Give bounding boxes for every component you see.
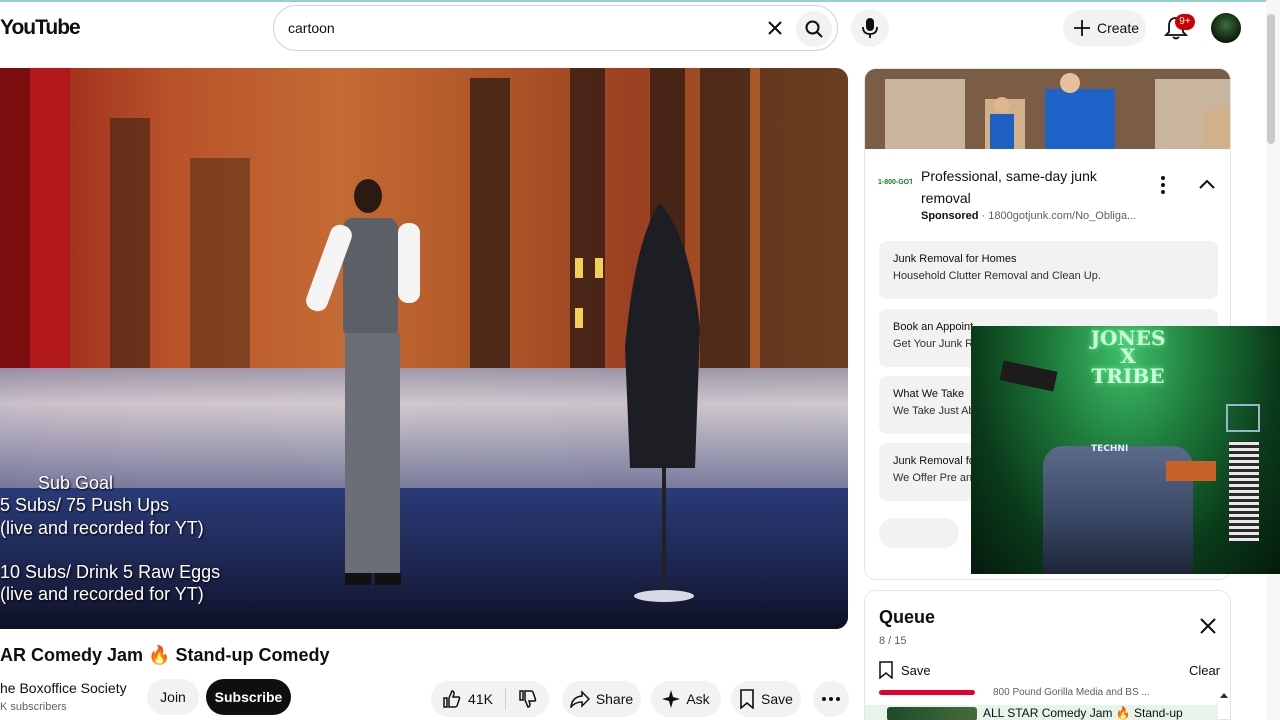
more-actions-button[interactable]: [813, 681, 849, 717]
ad-url[interactable]: 1800gotjunk.com/No_Obliga...: [988, 210, 1136, 222]
ad-sitelink-desc: Household Clutter Removal and Clean Up.: [893, 270, 1101, 282]
neon-sign-line2: X: [1120, 344, 1136, 368]
video-title: AR Comedy Jam 🔥 Stand-up Comedy: [0, 645, 330, 665]
chevron-up-icon[interactable]: [1197, 177, 1217, 191]
sparkle-icon: [662, 690, 681, 708]
scroll-up-icon[interactable]: [1219, 691, 1229, 699]
create-label: Create: [1097, 20, 1140, 36]
ad-menu-icon[interactable]: [1157, 174, 1169, 196]
ask-label: Ask: [686, 691, 710, 707]
ad-sitelink-1[interactable]: Junk Removal for Homes Household Clutter…: [879, 241, 1218, 299]
overlay-goal-1: 5 Subs/ 75 Push Ups: [0, 495, 170, 515]
share-button[interactable]: Share: [562, 681, 641, 717]
plus-icon: [1074, 20, 1090, 36]
queue-item[interactable]: 800 Pound Gorilla Media and BS ...: [879, 687, 1219, 699]
join-button[interactable]: Join: [147, 679, 199, 715]
ad-workers-illustration: [865, 69, 1230, 149]
overlay-goal-2-note: (live and recorded for YT): [0, 584, 204, 604]
bookmark-icon: [740, 689, 754, 709]
channel-name[interactable]: he Boxoffice Society: [0, 680, 127, 696]
queue-item-progress: [879, 689, 975, 695]
bookmark-icon: [879, 661, 893, 679]
flag-decoration: [1229, 441, 1259, 541]
queue-item-thumbnail: [887, 707, 977, 720]
close-icon[interactable]: [1199, 617, 1217, 635]
more-horizontal-icon: [822, 697, 840, 701]
save-button[interactable]: Save: [731, 681, 801, 717]
overlay-sub-goal: Sub Goal: [38, 473, 114, 493]
notification-badge: 9+: [1175, 14, 1195, 30]
search-input[interactable]: cartoon: [288, 20, 335, 36]
ad-sitelink-heading: Junk Removal for Homes: [893, 253, 1017, 265]
search-button[interactable]: [796, 11, 832, 47]
create-button[interactable]: Create: [1063, 10, 1146, 46]
like-count: 41K: [468, 691, 493, 707]
wall-monitor: [1226, 404, 1260, 432]
voice-search-button[interactable]: [851, 9, 889, 47]
microphone-icon: [862, 18, 878, 38]
share-icon: [569, 690, 590, 708]
shelf-item: [1166, 461, 1216, 481]
window-top-border: [0, 0, 1280, 2]
ask-button[interactable]: Ask: [651, 681, 721, 717]
queue-count: 8 / 15: [879, 635, 907, 647]
queue-panel: Queue 8 / 15 Save Clear 800 Pound Gorill…: [864, 590, 1231, 720]
advertiser-logo[interactable]: 1-800-GOT-JUNK?: [878, 179, 912, 189]
neon-sign-line3: TRIBE: [1091, 364, 1165, 388]
ad-banner-image[interactable]: [865, 69, 1230, 149]
sponsored-label: Sponsored: [921, 210, 979, 222]
queue-title: Queue: [879, 607, 936, 627]
ad-cta-button[interactable]: [879, 518, 959, 548]
share-label: Share: [595, 691, 634, 707]
subscriber-count: K subscribers: [0, 701, 67, 713]
ad-title[interactable]: Professional, same-day junk removal: [921, 165, 1141, 209]
like-dislike-group[interactable]: 41K: [431, 681, 549, 717]
thumbs-up-icon[interactable]: [442, 689, 462, 709]
wall-sign: [999, 360, 1058, 392]
overlay-goal-2: 10 Subs/ Drink 5 Raw Eggs: [0, 562, 221, 582]
like-divider: [504, 688, 506, 710]
overlay-goal-1-note: (live and recorded for YT): [0, 518, 204, 538]
queue-save-label: Save: [901, 662, 931, 678]
search-bar[interactable]: cartoon: [273, 5, 838, 51]
queue-clear-button[interactable]: Clear: [1189, 663, 1220, 678]
queue-save-button[interactable]: Save: [879, 661, 931, 679]
thumbs-down-icon[interactable]: [518, 689, 538, 709]
comedian-figure: [306, 179, 420, 585]
account-avatar[interactable]: [1211, 13, 1241, 43]
queue-item-channel: 800 Pound Gorilla Media and BS ...: [993, 687, 1150, 698]
scrollbar-thumb[interactable]: [1267, 14, 1275, 144]
webcam-overlay: JONES X TRIBE TECHNI: [971, 326, 1280, 574]
jacket-on-stand: [625, 203, 700, 602]
ad-sponsored-line: Sponsored · 1800gotjunk.com/No_Obliga...: [921, 210, 1136, 222]
queue-item-current[interactable]: ALL STAR Comedy Jam 🔥 Stand-up: [865, 705, 1218, 720]
video-player[interactable]: Sub Goal 5 Subs/ 75 Push Ups (live and r…: [0, 68, 848, 629]
chair-brand-text: TECHNI: [1091, 444, 1129, 454]
search-icon: [805, 20, 823, 38]
save-label: Save: [761, 691, 793, 707]
clear-search-icon[interactable]: [765, 18, 785, 38]
youtube-logo[interactable]: YouTube: [0, 16, 81, 40]
queue-item-title: ALL STAR Comedy Jam 🔥 Stand-up: [983, 706, 1183, 720]
subscribe-button[interactable]: Subscribe: [206, 679, 291, 715]
